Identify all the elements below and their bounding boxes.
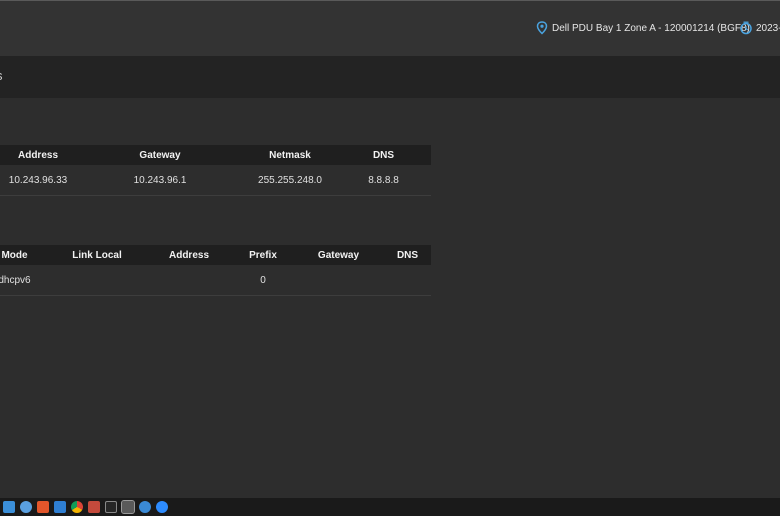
windows-icon[interactable] [3, 501, 15, 513]
chrome-icon[interactable] [71, 501, 83, 513]
ipv6-col-dns: DNS [384, 245, 431, 265]
ipv4-col-netmask: Netmask [244, 145, 336, 165]
table-row: dhcpv6 0 [0, 265, 431, 296]
ipv6-header-row: Mode Link Local Address Prefix Gateway D… [0, 245, 431, 265]
ipv4-netmask-value: 255.255.248.0 [244, 165, 336, 196]
ipv6-col-address: Address [145, 245, 233, 265]
device-location[interactable]: Dell PDU Bay 1 Zone A - 120001214 (BGF8) [536, 21, 750, 35]
ipv6-col-prefix: Prefix [233, 245, 293, 265]
date-label: 2023- [756, 22, 780, 34]
ipv6-col-link-local: Link Local [49, 245, 145, 265]
remote-icon[interactable] [139, 501, 151, 513]
ipv6-col-gateway: Gateway [293, 245, 384, 265]
ipv4-gateway-value: 10.243.96.1 [76, 165, 244, 196]
location-pin-icon [536, 21, 548, 35]
ipv4-col-address: Address [0, 145, 76, 165]
ipv6-table: Mode Link Local Address Prefix Gateway D… [0, 245, 431, 296]
ipv4-col-dns: DNS [336, 145, 431, 165]
ipv6-address-value [145, 265, 233, 296]
device-label: Dell PDU Bay 1 Zone A - 120001214 (BGF8) [552, 22, 750, 34]
brave-icon[interactable] [37, 501, 49, 513]
ipv6-dns-value [384, 265, 431, 296]
ipv6-mode-value: dhcpv6 [0, 265, 49, 296]
ipv4-header-row: Address Gateway Netmask DNS [0, 145, 431, 165]
network-icon[interactable] [20, 501, 32, 513]
taskbar [0, 498, 780, 516]
table-row: 10.243.96.33 10.243.96.1 255.255.248.0 8… [0, 165, 431, 196]
terminal-icon[interactable] [105, 501, 117, 513]
section-title: s [0, 68, 3, 83]
ipv6-col-mode: Mode [0, 245, 49, 265]
edge-icon[interactable] [54, 501, 66, 513]
zoom-icon[interactable] [156, 501, 168, 513]
clock-icon [739, 21, 753, 35]
section-header: s [0, 56, 780, 98]
ipv4-table: Address Gateway Netmask DNS 10.243.96.33… [0, 145, 431, 196]
settings-icon[interactable] [88, 501, 100, 513]
ipv4-col-gateway: Gateway [76, 145, 244, 165]
app-icon[interactable] [121, 500, 135, 514]
date-time[interactable]: 2023- [739, 21, 780, 35]
ipv6-link-local-value [49, 265, 145, 296]
ipv4-dns-value: 8.8.8.8 [336, 165, 431, 196]
top-bar: Dell PDU Bay 1 Zone A - 120001214 (BGF8)… [0, 0, 780, 56]
ipv6-prefix-value: 0 [233, 265, 293, 296]
ipv4-address-value: 10.243.96.33 [0, 165, 76, 196]
ipv6-gateway-value [293, 265, 384, 296]
